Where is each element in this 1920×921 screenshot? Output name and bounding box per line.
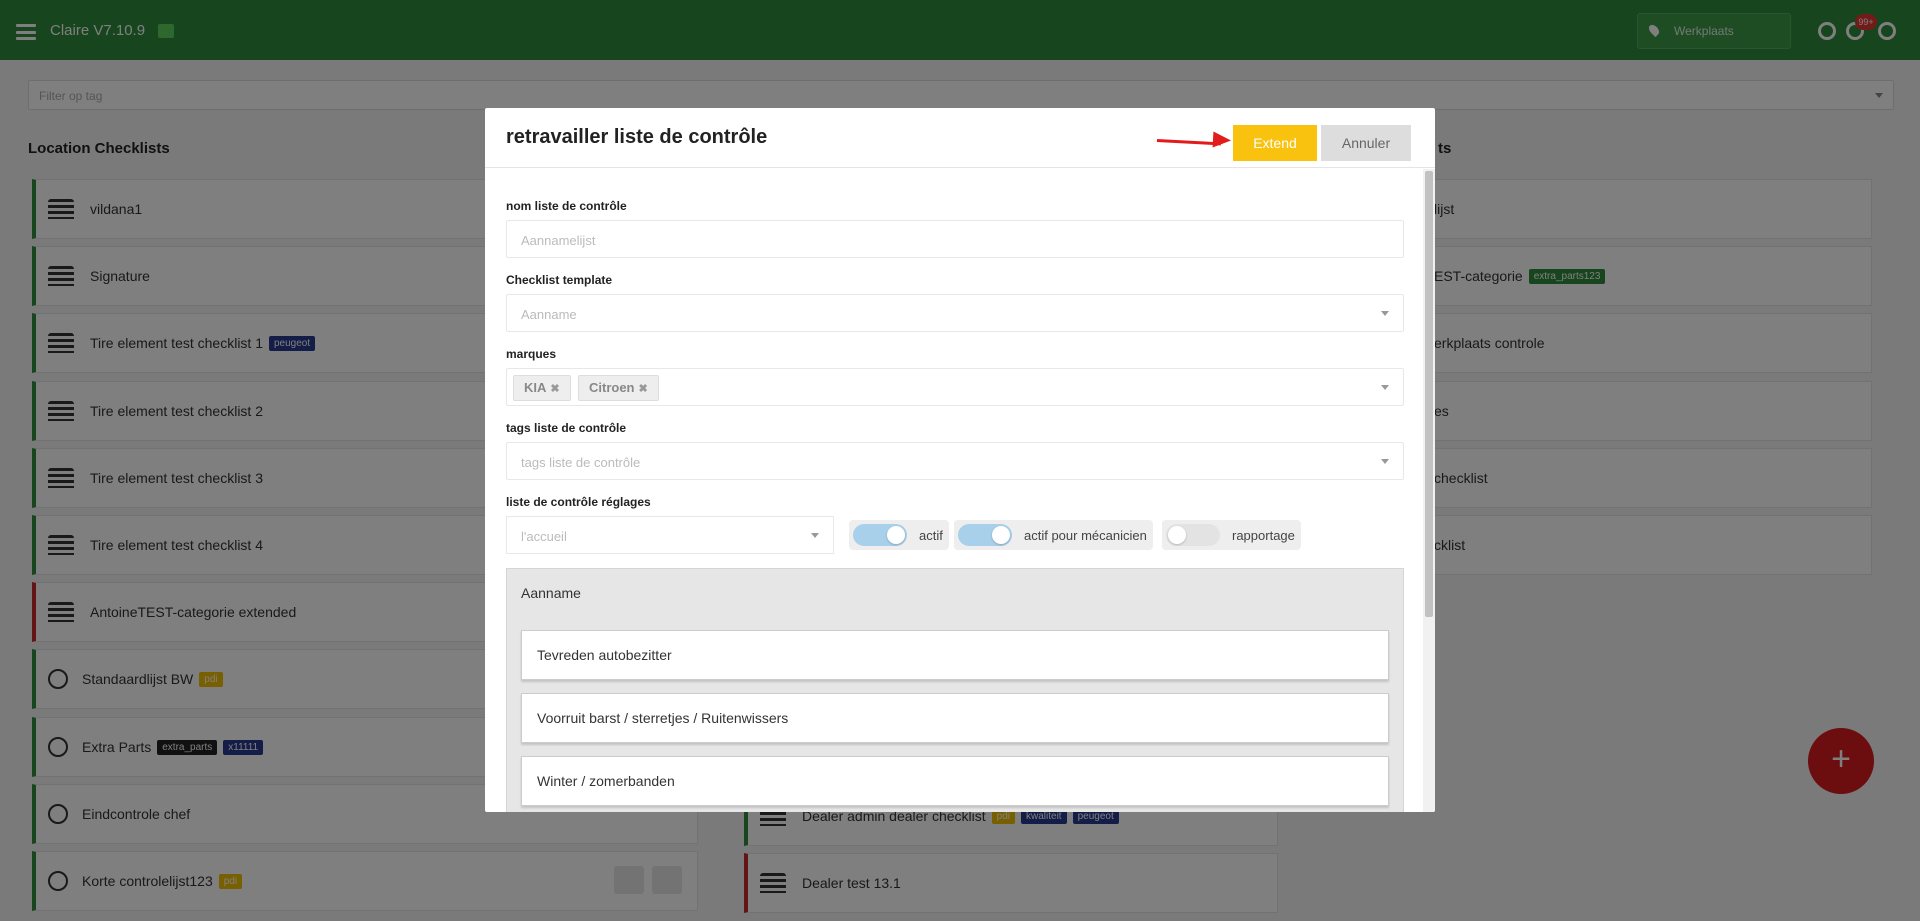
home-select-placeholder: l'accueil [521, 529, 567, 544]
brand-chip[interactable]: Citroen ✖ [578, 375, 659, 401]
modal-title: retravailler liste de contrôle [506, 126, 768, 148]
brand-chip[interactable]: KIA ✖ [513, 375, 571, 401]
extend-button[interactable]: Extend [1233, 125, 1317, 161]
checklist-name-label: nom liste de contrôle [506, 199, 627, 213]
checklist-template-label: Checklist template [506, 273, 613, 287]
checklist-settings-label: liste de contrôle réglages [506, 495, 651, 509]
checklist-item[interactable]: Winter / zomerbanden [521, 756, 1389, 806]
checklist-name-placeholder: Aannamelijst [521, 233, 596, 248]
group-title: Aanname [521, 585, 581, 601]
scroll-thumb[interactable] [1425, 171, 1433, 617]
toggle-label: actif pour mécanicien [1024, 527, 1147, 543]
modal-scrollbar[interactable] [1423, 169, 1435, 812]
edit-checklist-modal: retravailler liste de contrôle Extend An… [485, 108, 1435, 812]
home-select[interactable]: l'accueil [506, 516, 834, 554]
cancel-button[interactable]: Annuler [1321, 125, 1411, 161]
checklist-template-select[interactable]: Aanname [506, 294, 1404, 332]
toggle-reporting[interactable]: rapportage [1162, 520, 1301, 550]
chevron-down-icon [811, 533, 819, 538]
brands-multiselect[interactable]: KIA ✖ Citroen ✖ [506, 368, 1404, 406]
brand-chip-label: Citroen [589, 380, 635, 395]
remove-chip-icon[interactable]: ✖ [550, 383, 559, 395]
checklist-tags-placeholder: tags liste de contrôle [521, 455, 641, 470]
checklist-tags-select[interactable]: tags liste de contrôle [506, 442, 1404, 480]
checklist-item[interactable]: Voorruit barst / sterretjes / Ruitenwiss… [521, 693, 1389, 743]
checklist-item[interactable]: Tevreden autobezitter [521, 630, 1389, 680]
checklist-tags-label: tags liste de contrôle [506, 421, 627, 435]
modal-header: retravailler liste de contrôle Extend An… [485, 108, 1435, 168]
active-mechanic-switch[interactable] [958, 524, 1012, 546]
chevron-down-icon [1381, 385, 1389, 390]
active-switch[interactable] [853, 524, 907, 546]
toggle-active-mechanic[interactable]: actif pour mécanicien [954, 520, 1153, 550]
chevron-down-icon [1381, 311, 1389, 316]
reporting-switch[interactable] [1166, 524, 1220, 546]
remove-chip-icon[interactable]: ✖ [639, 383, 648, 395]
annotation-arrow-head [1212, 131, 1232, 149]
checklist-name-input[interactable]: Aannamelijst [506, 220, 1404, 258]
brands-label: marques [506, 347, 557, 361]
toggle-label: actif [919, 527, 943, 543]
chevron-down-icon [1381, 459, 1389, 464]
checklist-template-placeholder: Aanname [521, 307, 577, 322]
toggle-label: rapportage [1232, 527, 1295, 543]
brand-chip-label: KIA [524, 380, 547, 395]
checklist-group: Aanname Tevreden autobezitter Voorruit b… [506, 568, 1404, 812]
annotation-arrow [1156, 139, 1221, 146]
toggle-active[interactable]: actif [849, 520, 949, 550]
modal-body: nom liste de contrôle Aannamelijst Check… [485, 169, 1421, 812]
